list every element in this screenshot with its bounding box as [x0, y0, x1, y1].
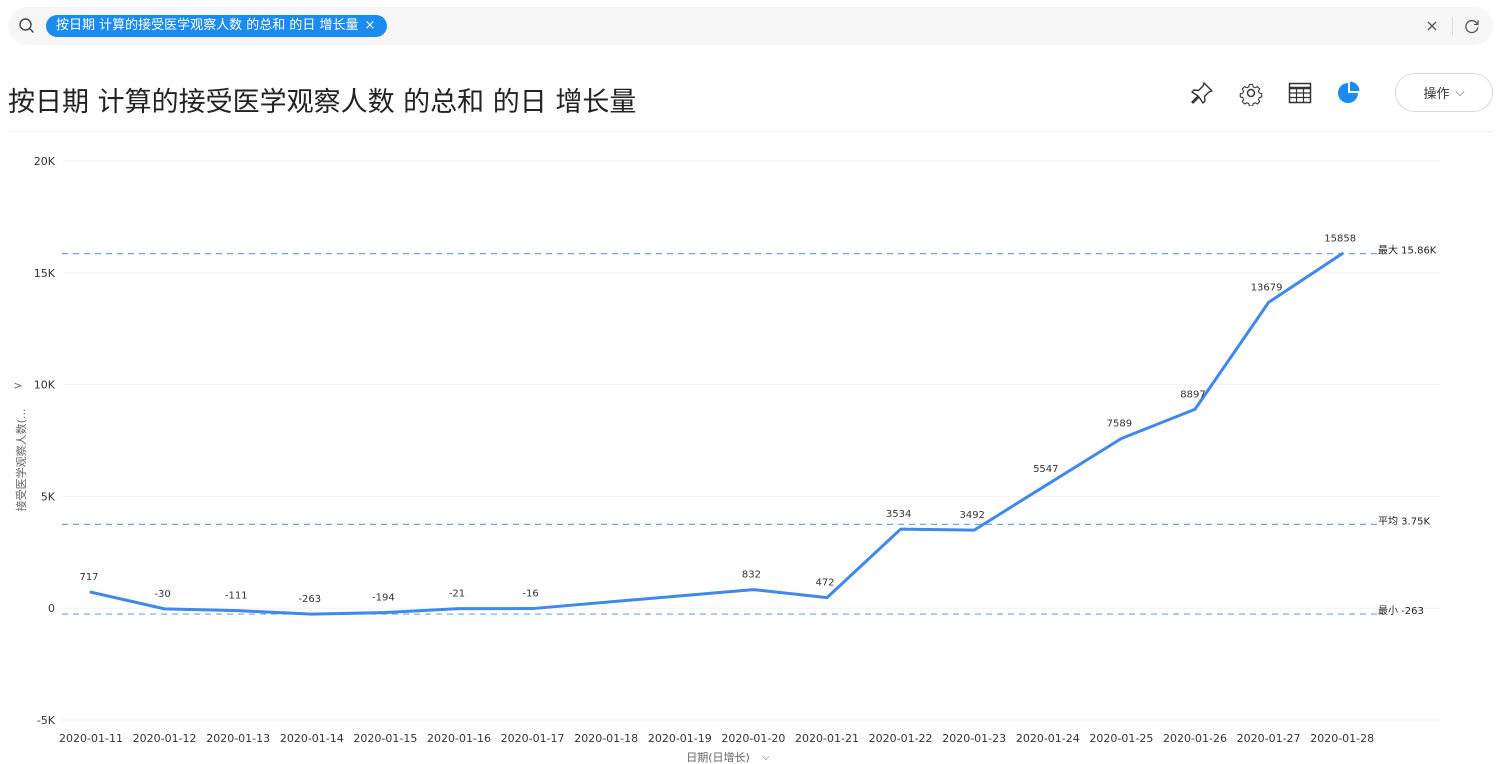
data-label: -194: [372, 593, 395, 604]
x-tick-label: 2020-01-14: [280, 732, 344, 745]
data-label: 3534: [886, 509, 911, 520]
x-tick-label: 2020-01-25: [1089, 732, 1153, 745]
x-tick-label: 2020-01-22: [869, 732, 933, 745]
data-label: 7589: [1107, 419, 1132, 430]
y-tick-label: 0: [48, 602, 55, 615]
x-tick-label: 2020-01-20: [721, 732, 785, 745]
x-tick-label: 2020-01-13: [206, 732, 270, 745]
x-tick-label: 2020-01-11: [59, 732, 123, 745]
x-tick-label: 2020-01-16: [427, 732, 491, 745]
data-label: 3492: [959, 510, 984, 521]
data-label: 5547: [1033, 464, 1058, 475]
data-label: -21: [449, 589, 465, 600]
data-label: 472: [815, 578, 834, 589]
x-axis-title: 日期(日增长): [686, 750, 750, 764]
y-tick-label: 15K: [34, 267, 56, 280]
y-tick-label: 5K: [41, 490, 56, 503]
x-tick-label: 2020-01-15: [353, 732, 417, 745]
data-label: 832: [742, 570, 761, 581]
data-label: 15858: [1324, 234, 1356, 245]
x-tick-label: 2020-01-18: [574, 732, 638, 745]
y-tick-label: -5K: [37, 714, 56, 727]
x-tick-label: 2020-01-17: [501, 732, 565, 745]
reference-line-label: 平均 3.75K: [1378, 515, 1430, 527]
x-tick-label: 2020-01-23: [942, 732, 1006, 745]
data-label: 717: [79, 572, 98, 583]
x-tick-label: 2020-01-28: [1310, 732, 1374, 745]
series-line: [89, 252, 1344, 616]
reference-line-label: 最大 15.86K: [1378, 244, 1437, 257]
y-axis-title: 接受医学观察人数(...: [14, 409, 28, 512]
y-axis-toggle-icon[interactable]: >: [13, 379, 22, 392]
x-tick-label: 2020-01-12: [133, 732, 197, 745]
data-label: 13679: [1251, 282, 1283, 293]
y-tick-label: 10K: [34, 379, 56, 392]
reference-line-label: 最小 -263: [1378, 605, 1424, 617]
x-tick-label: 2020-01-21: [795, 732, 859, 745]
x-tick-label: 2020-01-19: [648, 732, 712, 745]
data-label: -111: [225, 591, 248, 602]
data-label: 8897: [1180, 389, 1205, 400]
x-tick-label: 2020-01-24: [1016, 732, 1080, 745]
x-tick-label: 2020-01-26: [1163, 732, 1227, 745]
x-tick-label: 2020-01-27: [1237, 732, 1301, 745]
data-label: -30: [154, 589, 170, 600]
data-label: -263: [298, 594, 321, 605]
data-label: -16: [522, 589, 538, 600]
line-chart: 最大 15.86K 平均 3.75K 最小 -263 717 -30 -111 -263 -…: [13, 155, 1440, 764]
y-tick-label: 20K: [34, 155, 56, 168]
x-axis-dropdown-icon[interactable]: ⌵: [762, 752, 770, 763]
